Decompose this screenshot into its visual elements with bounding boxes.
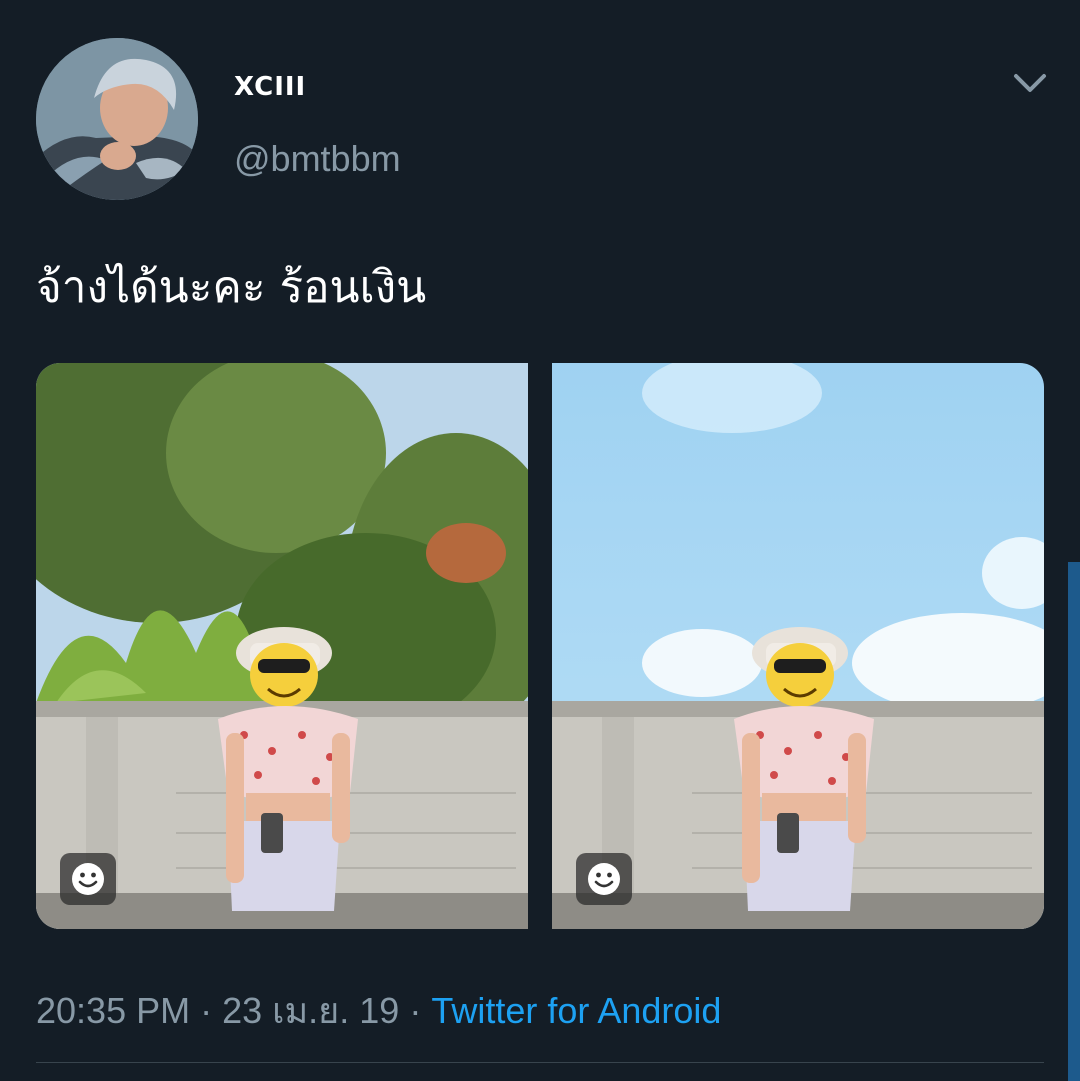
photo-sky-image [552, 363, 1044, 929]
tweet-photo-2[interactable] [552, 363, 1044, 929]
chevron-down-icon[interactable] [1010, 68, 1050, 98]
user-handle[interactable]: @bmtbbm [234, 138, 401, 180]
divider [36, 1062, 1044, 1063]
tweet-date: 23 เม.ย. 19 [222, 990, 400, 1031]
display-name[interactable]: XCIII [234, 72, 306, 102]
photo-garden-image [36, 363, 528, 929]
avatar[interactable] [36, 38, 198, 200]
face-tag-button[interactable] [576, 853, 632, 905]
face-tag-button[interactable] [60, 853, 116, 905]
smiley-icon [72, 863, 104, 895]
tweet-photo-1[interactable] [36, 363, 528, 929]
tweet-meta: 20:35 PM · 23 เม.ย. 19 · Twitter for And… [36, 982, 721, 1039]
smiley-icon [588, 863, 620, 895]
avatar-image [36, 38, 198, 200]
scrollbar[interactable] [1068, 562, 1080, 1081]
meta-separator: · [399, 990, 432, 1031]
tweet-source-link[interactable]: Twitter for Android [431, 990, 721, 1031]
tweet-time: 20:35 PM [36, 990, 191, 1031]
meta-separator: · [190, 990, 223, 1031]
tweet-text: จ้างได้นะคะ ร้อนเงิน [36, 262, 427, 313]
